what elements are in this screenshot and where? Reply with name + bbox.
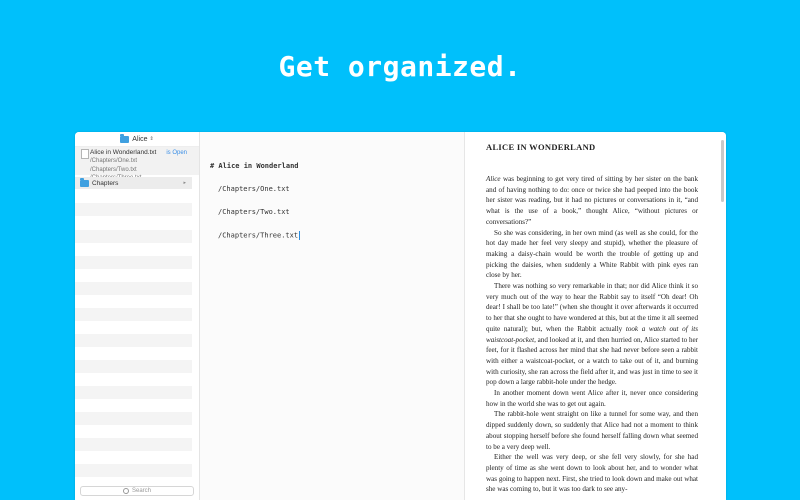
preview-paragraph: Alice was beginning to get very tired of… [486,174,698,228]
list-stripe [75,438,192,451]
editor-line-text: /Chapters/Three.txt [218,231,299,240]
preview-pane: ALICE IN WONDERLAND Alice was beginning … [464,132,726,500]
preview-emphasis: Alice [486,175,501,183]
preview-body: Alice was beginning to get very tired of… [486,174,698,495]
list-stripe [75,256,192,269]
preview-paragraph: So she was considering, in her own mind … [486,228,698,280]
list-stripe [75,412,192,425]
folder-title: Alice [132,135,148,143]
list-stripe [75,464,192,477]
text-caret [299,231,301,240]
search-input[interactable]: Search [80,486,194,496]
file-name: Alice in Wonderland.txt [90,149,157,156]
preview-paragraph: There was nothing so very remarkable in … [486,281,698,388]
search-icon [122,488,129,494]
open-status: is Open [166,150,187,156]
list-stripe [75,230,192,243]
updown-chevron-icon: ⇕ [149,136,154,142]
editor-pane[interactable]: # Alice in Wonderland /Chapters/One.txt … [200,132,464,500]
search-placeholder: Search [131,488,151,494]
editor-heading: # Alice in Wonderland [210,162,299,170]
sidebar-item-file[interactable]: Alice in Wonderland.txt is Open /Chapter… [75,147,199,181]
editor-line: /Chapters/One.txt [218,185,290,193]
folder-selector[interactable]: Alice ⇕ [75,132,199,147]
preview-title: ALICE IN WONDERLAND [486,142,596,152]
headline: Get organized. [278,50,522,83]
list-stripe [75,360,192,373]
folder-icon [80,177,89,187]
folder-icon [120,133,130,143]
list-stripe [75,386,192,399]
sidebar-item-chapters[interactable]: Chapters ▸ [75,177,192,189]
preview-paragraph: The rabbit-hole went straight on like a … [486,410,698,451]
list-stripe [75,308,192,321]
list-stripe [75,282,192,295]
sidebar: Alice ⇕ Alice in Wonderland.txt is Open … [75,132,200,500]
chevron-right-icon: ▸ [183,180,186,186]
list-stripe [75,203,192,216]
editor-line-current: /Chapters/Three.txt [218,231,301,240]
editor-line: /Chapters/Two.txt [218,208,290,216]
scrollbar[interactable] [721,140,724,202]
folder-label: Chapters [92,179,119,187]
list-stripe [75,334,192,347]
preview-paragraph: Either the well was very deep, or she fe… [486,453,698,494]
preview-text: was beginning to get very tired of sitti… [486,175,698,226]
preview-paragraph: In another moment down went Alice after … [486,389,698,408]
app-window: Alice ⇕ Alice in Wonderland.txt is Open … [75,132,726,500]
document-icon [81,149,89,159]
